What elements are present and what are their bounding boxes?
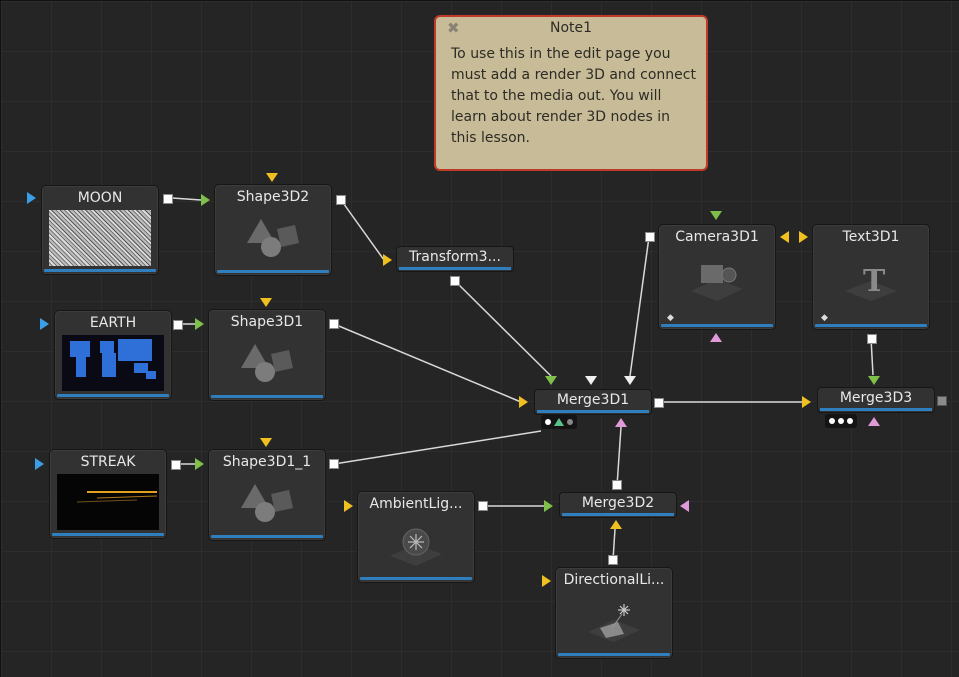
node-earth[interactable]: EARTH [54, 310, 172, 400]
input-port-blue[interactable] [27, 192, 36, 204]
input-port-green[interactable] [545, 376, 557, 385]
pin-icon: ◆ [821, 313, 828, 323]
streak-preview-icon [76, 491, 158, 503]
input-port-yellow[interactable] [799, 231, 808, 243]
input-port-yellow[interactable] [266, 173, 278, 182]
earth-thumbnail [62, 335, 164, 391]
input-port-yellow[interactable] [260, 438, 272, 447]
output-port[interactable] [329, 319, 339, 329]
input-port-white[interactable] [585, 376, 597, 385]
node-title: EARTH [89, 315, 137, 331]
output-port[interactable] [867, 334, 877, 344]
input-port-yellow[interactable] [802, 396, 811, 408]
output-port[interactable] [163, 194, 173, 204]
world-map-icon [70, 339, 156, 379]
node-title: Text3D1 [842, 229, 900, 245]
input-port-yellow[interactable] [519, 396, 528, 408]
node-title: Merge3D3 [839, 390, 913, 406]
node-title: Merge3D2 [581, 495, 655, 511]
node-merge3d3[interactable]: Merge3D3 [817, 387, 935, 413]
node-merge3d1[interactable]: Merge3D1 [534, 389, 652, 415]
input-port-green[interactable] [710, 211, 722, 220]
output-port[interactable] [171, 460, 181, 470]
text3d-icon: T [845, 264, 897, 301]
input-port-blue[interactable] [40, 318, 49, 330]
shape3d-icon [241, 344, 293, 382]
node-streak[interactable]: STREAK [49, 449, 167, 539]
output-port[interactable] [478, 501, 488, 511]
note-title: Note1 [549, 20, 593, 36]
moon-thumbnail [49, 210, 151, 266]
note-sticky[interactable]: ✖ Note1 To use this in the edit page you… [434, 15, 708, 171]
output-port[interactable] [173, 320, 183, 330]
node-shape3d1-1[interactable]: Shape3D1_1 [208, 449, 326, 541]
shape3d-icon [241, 484, 293, 522]
node-title: MOON [77, 190, 123, 206]
input-port-green[interactable] [544, 500, 553, 512]
node-title: Camera3D1 [675, 229, 759, 245]
input-port-yellow[interactable] [610, 520, 622, 529]
output-port-pink[interactable] [710, 333, 722, 342]
streak-thumbnail [57, 474, 159, 530]
note-body: To use this in the edit page you must ad… [451, 46, 696, 146]
input-port-yellow[interactable] [260, 298, 272, 307]
node-ambientlight[interactable]: AmbientLig... [357, 491, 475, 583]
pin-icon: ◆ [667, 313, 674, 323]
node-title: Transform3... [409, 249, 501, 265]
node-camera3d1[interactable]: Camera3D1 ◆ [658, 224, 776, 330]
node-title: Shape3D1 [230, 314, 304, 330]
node-title: Shape3D1_1 [222, 454, 312, 470]
node-merge3d2[interactable]: Merge3D2 [559, 492, 677, 518]
node-directionallight[interactable]: DirectionalLi... [555, 567, 673, 659]
node-shape3d2[interactable]: Shape3D2 [214, 184, 332, 276]
output-port[interactable] [608, 555, 618, 565]
wire-shape3d2-transform [340, 199, 385, 261]
wire-moon-shape3d2 [171, 197, 202, 201]
output-port[interactable] [645, 232, 655, 242]
node-title: AmbientLig... [369, 496, 463, 512]
wire-transform-merge1 [453, 279, 552, 377]
node-moon[interactable]: MOON [41, 185, 159, 275]
input-port-yellow[interactable] [344, 500, 353, 512]
merge-inputs-indicator[interactable] [825, 414, 857, 428]
node-transform3d[interactable]: Transform3... [396, 246, 514, 272]
input-port-pink[interactable] [615, 418, 627, 427]
output-port[interactable] [654, 398, 664, 408]
output-port[interactable] [612, 480, 622, 490]
output-port[interactable] [450, 276, 460, 286]
svg-text:T: T [863, 264, 886, 299]
input-port-pink[interactable] [868, 417, 880, 426]
input-port-green[interactable] [868, 376, 880, 385]
merge-inputs-indicator[interactable] [541, 415, 577, 429]
input-port-blue[interactable] [35, 458, 44, 470]
input-port-yellow[interactable] [542, 575, 551, 587]
wire-merge2-merge1 [616, 426, 622, 487]
directional-light-icon [588, 604, 640, 642]
input-port-green[interactable] [195, 318, 204, 330]
input-port-pink[interactable] [680, 500, 689, 512]
ambient-light-icon [390, 528, 442, 566]
output-port[interactable] [937, 396, 947, 406]
node-text3d1[interactable]: Text3D1 T ◆ [812, 224, 930, 330]
node-title: STREAK [80, 454, 136, 470]
node-shape3d1[interactable]: Shape3D1 [208, 309, 326, 401]
shape3d-icon [247, 219, 299, 257]
input-port-yellow[interactable] [780, 231, 789, 243]
node-title: Shape3D2 [236, 189, 310, 205]
output-port[interactable] [329, 459, 339, 469]
input-port-green[interactable] [201, 194, 210, 206]
output-port[interactable] [336, 195, 346, 205]
camera-icon [691, 265, 743, 301]
input-port-yellow[interactable] [383, 254, 392, 266]
input-port-white[interactable] [624, 376, 636, 385]
wire-shape3d1-merge1 [333, 323, 522, 403]
node-title: DirectionalLi... [563, 572, 665, 588]
node-editor-canvas[interactable]: ✖ Note1 To use this in the edit page you… [0, 0, 959, 677]
wire-camera-merge1 [629, 236, 650, 377]
input-port-green[interactable] [195, 458, 204, 470]
node-title: Merge3D1 [556, 392, 630, 408]
wire-shape3d1-1-merge1 [333, 430, 542, 465]
